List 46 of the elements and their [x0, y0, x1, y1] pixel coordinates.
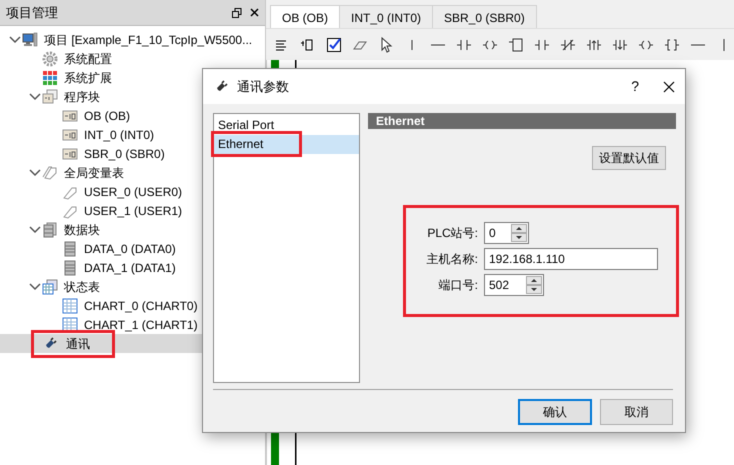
panel-title: 项目管理 — [6, 4, 58, 22]
tree-label: DATA_0 (DATA0) — [84, 240, 176, 258]
tree-item[interactable]: 全局变量表 — [0, 163, 265, 182]
tree-label: 数据块 — [64, 222, 100, 238]
tree-label: USER_0 (USER0) — [84, 184, 182, 200]
text-field[interactable]: 192.168.1.110 — [484, 248, 658, 270]
help-button[interactable]: ? — [631, 76, 639, 97]
tree-label: 项目 [Example_F1_10_TcpIp_W5500... — [44, 32, 252, 48]
editor-tab[interactable]: OB (OB) — [270, 5, 340, 28]
tree-item[interactable]: 系统配置 — [0, 49, 265, 68]
ok-button[interactable]: 确认 — [518, 399, 592, 425]
tree-label: DATA_1 (DATA1) — [84, 260, 176, 276]
editor-tab[interactable]: SBR_0 (SBR0) — [432, 5, 537, 28]
tree-label: 状态表 — [64, 278, 100, 296]
port-item[interactable]: Serial Port — [214, 116, 359, 135]
field-label: 主机名称: — [426, 251, 479, 268]
editor-tab[interactable]: INT_0 (INT0) — [339, 5, 434, 28]
cancel-button[interactable]: 取消 — [600, 399, 673, 425]
tree-label: CHART_1 (CHART1) — [84, 316, 198, 334]
tree-label: 全局变量表 — [64, 164, 124, 182]
tree-label: 系统配置 — [64, 50, 112, 68]
tree-item[interactable]: USER_1 (USER1) — [0, 201, 265, 220]
tree-label: 系统扩展 — [64, 70, 112, 86]
tree-label: 程序块 — [64, 88, 100, 106]
tree-label: INT_0 (INT0) — [84, 126, 154, 144]
field-label: PLC站号: — [426, 225, 479, 242]
tree-label: SBR_0 (SBR0) — [84, 146, 165, 162]
tree-label: 通讯 — [34, 332, 112, 354]
tree-item[interactable]: DATA_1 (DATA1) — [0, 258, 265, 277]
spin-box[interactable]: 502 — [484, 274, 544, 296]
tree-item[interactable]: CHART_0 (CHART0) — [0, 296, 265, 315]
port-label: Serial Port — [218, 118, 274, 132]
tree-item[interactable]: USER_0 (USER0) — [0, 182, 265, 201]
tree-label: CHART_0 (CHART0) — [84, 298, 198, 314]
section-header: Ethernet — [368, 113, 676, 129]
tree-item[interactable]: 项目 [Example_F1_10_TcpIp_W5500... — [0, 30, 265, 49]
tree-label: USER_1 (USER1) — [84, 202, 182, 220]
set-defaults-button[interactable]: 设置默认值 — [592, 146, 666, 170]
field-label: 端口号: — [438, 277, 479, 294]
tree-item[interactable]: 状态表 — [0, 277, 265, 296]
tree-item[interactable]: 数据块 — [0, 220, 265, 239]
dialog-title: 通讯参数 — [237, 78, 290, 96]
spin-box[interactable]: 0 — [484, 222, 529, 244]
port-label: Ethernet — [214, 134, 300, 154]
tree-item[interactable]: DATA_0 (DATA0) — [0, 239, 265, 258]
tree-label: OB (OB) — [84, 108, 130, 124]
